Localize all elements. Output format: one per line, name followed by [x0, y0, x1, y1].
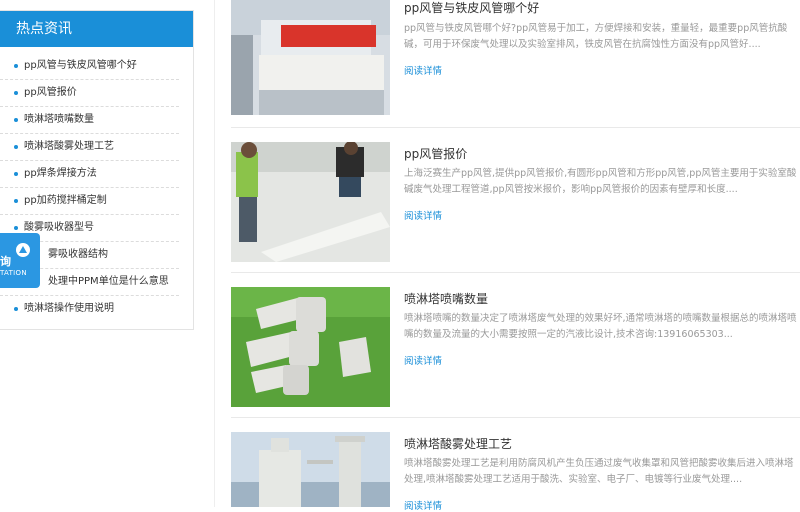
- sidebar-item-label[interactable]: pp风管与铁皮风管哪个好: [24, 60, 137, 71]
- sidebar-item-label[interactable]: pp焊条焊接方法: [24, 168, 97, 179]
- consult-label: 询: [0, 255, 11, 268]
- divider: [231, 417, 800, 418]
- article-summary: 喷淋塔喷嘴的数量决定了喷淋塔废气处理的效果好坏,通常喷淋塔的喷嘴数量根据总的喷淋…: [404, 313, 797, 340]
- bullet-icon: [14, 118, 18, 122]
- sidebar-item[interactable]: 喷淋塔酸雾处理工艺: [0, 134, 179, 161]
- sidebar-item[interactable]: pp加药搅拌桶定制: [0, 188, 179, 215]
- workshop-photo-icon[interactable]: [231, 0, 390, 115]
- bullet-icon: [14, 307, 18, 311]
- article-item: pp风管报价 上海泛赛生产pp风管,提供pp风管报价,有圆形pp风管和方形pp风…: [231, 142, 800, 262]
- read-more-link[interactable]: 阅读详情: [404, 498, 442, 512]
- read-more-link[interactable]: 阅读详情: [404, 208, 442, 222]
- sidebar-item-label[interactable]: 喷淋塔操作使用说明: [24, 303, 114, 314]
- tower-photo-icon[interactable]: [231, 432, 390, 507]
- article-item: pp风管与铁皮风管哪个好 pp风管与铁皮风管哪个好?pp风管易于加工，方便焊接和…: [231, 0, 800, 117]
- bullet-icon: [14, 226, 18, 230]
- nozzle-photo-icon[interactable]: [231, 287, 390, 407]
- consult-logo-icon: [16, 243, 30, 257]
- read-more-link[interactable]: 阅读详情: [404, 353, 442, 367]
- bullet-icon: [14, 64, 18, 68]
- workers-photo-icon[interactable]: [231, 142, 390, 262]
- article-summary: 喷淋塔酸雾处理工艺是利用防腐风机产生负压通过废气收集罩和风管把酸雾收集后进入喷淋…: [404, 458, 794, 485]
- article-item: 喷淋塔酸雾处理工艺 喷淋塔酸雾处理工艺是利用防腐风机产生负压通过废气收集罩和风管…: [231, 432, 800, 512]
- divider: [231, 127, 800, 128]
- sidebar-item[interactable]: 喷淋塔喷嘴数量: [0, 107, 179, 134]
- consult-sublabel: TATION: [0, 269, 27, 277]
- divider: [231, 272, 800, 273]
- sidebar-item-label[interactable]: pp风管报价: [24, 87, 77, 98]
- sidebar-item-label[interactable]: 处理中PPM单位是什么意思: [48, 276, 169, 287]
- article-title[interactable]: 喷淋塔酸雾处理工艺: [404, 435, 512, 452]
- read-more-link[interactable]: 阅读详情: [404, 63, 442, 77]
- sidebar-item-label[interactable]: pp加药搅拌桶定制: [24, 195, 107, 206]
- bullet-icon: [14, 172, 18, 176]
- sidebar-item-label[interactable]: 喷淋塔喷嘴数量: [24, 114, 94, 125]
- sidebar-item[interactable]: 喷淋塔操作使用说明: [0, 296, 179, 322]
- article-title[interactable]: pp风管与铁皮风管哪个好: [404, 0, 539, 16]
- column-divider: [214, 0, 215, 507]
- sidebar-item[interactable]: pp焊条焊接方法: [0, 161, 179, 188]
- bullet-icon: [14, 145, 18, 149]
- sidebar-item[interactable]: pp风管报价: [0, 80, 179, 107]
- online-consult-button[interactable]: 询 TATION: [0, 233, 40, 288]
- bullet-icon: [14, 199, 18, 203]
- article-summary: 上海泛赛生产pp风管,提供pp风管报价,有圆形pp风管和方形pp风管,pp风管主…: [404, 168, 797, 195]
- sidebar-item-label[interactable]: 酸雾吸收器型号: [24, 222, 94, 233]
- article-title[interactable]: pp风管报价: [404, 145, 467, 162]
- article-title[interactable]: 喷淋塔喷嘴数量: [404, 290, 488, 307]
- sidebar-title: 热点资讯: [0, 11, 193, 47]
- sidebar-item[interactable]: pp风管与铁皮风管哪个好: [0, 53, 179, 80]
- article-summary: pp风管与铁皮风管哪个好?pp风管易于加工，方便焊接和安装，重量轻，最重要pp风…: [404, 23, 788, 50]
- bullet-icon: [14, 91, 18, 95]
- sidebar-item-label[interactable]: 雾吸收器结构: [48, 249, 108, 260]
- article-item: 喷淋塔喷嘴数量 喷淋塔喷嘴的数量决定了喷淋塔废气处理的效果好坏,通常喷淋塔的喷嘴…: [231, 287, 800, 407]
- sidebar-item-label[interactable]: 喷淋塔酸雾处理工艺: [24, 141, 114, 152]
